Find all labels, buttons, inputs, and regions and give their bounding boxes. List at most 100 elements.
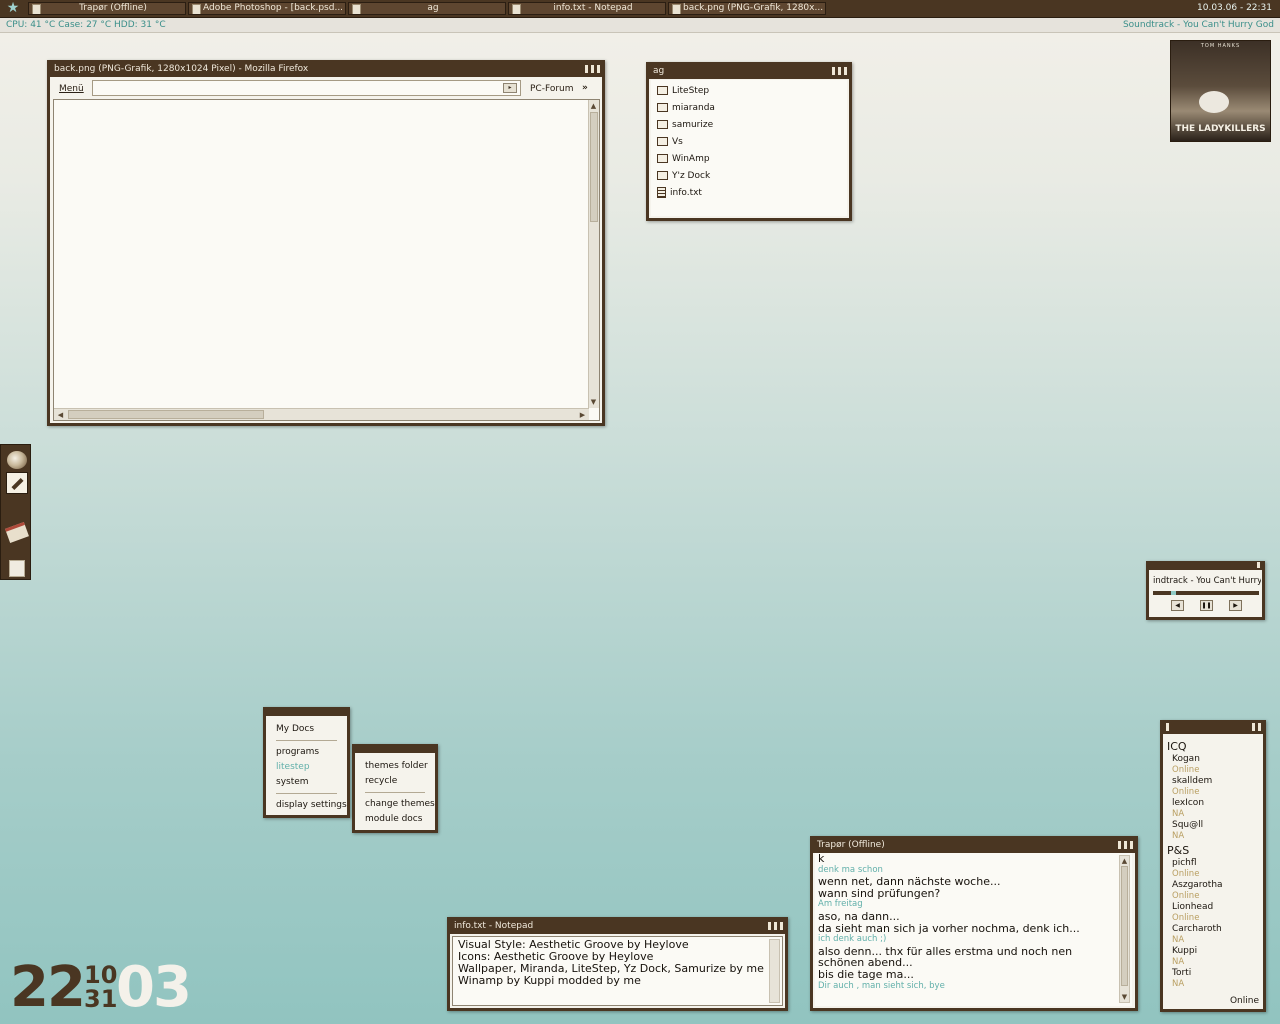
task-button-firefox[interactable]: back.png (PNG-Grafik, 1280x...	[668, 2, 826, 15]
seek-position[interactable]	[1171, 591, 1176, 595]
maximize-button[interactable]	[838, 67, 841, 75]
folder-item[interactable]: Vs	[657, 135, 683, 150]
vertical-scrollbar[interactable]: ▲ ▼	[1119, 855, 1130, 1003]
contact-name[interactable]: skalldem	[1167, 776, 1263, 787]
document-dock-icon[interactable]	[9, 560, 25, 577]
miranda-dock-icon[interactable]	[7, 451, 27, 469]
task-button-explorer[interactable]: ag	[348, 2, 506, 15]
scroll-up-icon[interactable]: ▲	[1120, 857, 1129, 865]
scroll-down-icon[interactable]: ▼	[1120, 993, 1129, 1001]
folder-icon	[657, 86, 668, 95]
contact-name[interactable]: Aszgarotha	[1167, 880, 1263, 891]
message-line: Dir auch , man sieht sich, bye	[818, 980, 945, 991]
maximize-button[interactable]	[1124, 841, 1127, 849]
minimize-button[interactable]	[1118, 841, 1121, 849]
menu-button[interactable]	[1166, 723, 1169, 731]
window-titlebar[interactable]: info.txt - Notepad	[450, 920, 785, 934]
notepad-text-area[interactable]: Visual Style: Aesthetic Groove by Heylov…	[452, 936, 783, 1006]
menu-button[interactable]: Menü	[59, 84, 84, 94]
system-stats: CPU: 41 °C Case: 27 °C HDD: 31 °C	[6, 20, 166, 30]
vertical-scrollbar[interactable]	[769, 939, 780, 1003]
menu-item-themes-folder[interactable]: themes folder	[365, 761, 428, 771]
go-icon[interactable]: ▸	[503, 83, 517, 93]
feather-dock-icon[interactable]	[6, 472, 28, 494]
minimize-button[interactable]	[585, 65, 588, 73]
status-bar: CPU: 41 °C Case: 27 °C HDD: 31 °C Soundt…	[0, 18, 1280, 33]
menu-item-change-themes[interactable]: change themes	[365, 799, 435, 809]
contact-name[interactable]: Squ@ll	[1167, 820, 1263, 831]
menu-item-recycle[interactable]: recycle	[365, 776, 397, 786]
start-star-icon[interactable]: ★	[4, 1, 22, 16]
previous-icon[interactable]: ◀	[1171, 600, 1184, 611]
horizontal-scrollbar[interactable]: ◀ ▶	[54, 408, 589, 420]
scroll-left-icon[interactable]: ◀	[56, 411, 65, 419]
folder-item[interactable]: LiteStep	[657, 84, 709, 99]
hscroll-thumb[interactable]	[68, 410, 264, 419]
minimize-button[interactable]	[1252, 723, 1255, 731]
task-button-notepad[interactable]: info.txt - Notepad	[508, 2, 666, 15]
next-icon[interactable]: ▶	[1229, 600, 1242, 611]
window-titlebar[interactable]: ag	[649, 65, 849, 79]
window-icon	[352, 4, 361, 14]
message-line: ich denk auch ;)	[818, 934, 887, 945]
minimize-button[interactable]	[768, 922, 771, 930]
close-button[interactable]	[780, 922, 783, 930]
menu-item-display-settings[interactable]: display settings	[276, 800, 347, 810]
toolbar-overflow-icon[interactable]: »	[582, 83, 588, 93]
maximize-button[interactable]	[591, 65, 594, 73]
scroll-down-icon[interactable]: ▼	[589, 398, 598, 406]
menu-item-my-docs[interactable]: My Docs	[276, 724, 314, 734]
window-icon	[672, 4, 681, 14]
close-button[interactable]	[844, 67, 847, 75]
contact-name[interactable]: lexIcon	[1167, 798, 1263, 809]
url-bar[interactable]: ▸	[92, 80, 521, 96]
file-item[interactable]: info.txt	[657, 186, 702, 201]
close-button[interactable]	[1130, 841, 1133, 849]
task-button-photoshop[interactable]: Adobe Photoshop - [back.psd...	[188, 2, 346, 15]
contact-name[interactable]: Carcharoth	[1167, 924, 1263, 935]
contact-name[interactable]: Kuppi	[1167, 946, 1263, 957]
close-button[interactable]	[1258, 723, 1261, 731]
explorer-window: ag LiteStep miaranda samurize Vs WinAmp …	[646, 62, 852, 221]
close-button[interactable]	[1257, 562, 1260, 568]
group-header-icq[interactable]: ICQ	[1167, 740, 1263, 754]
window-title: info.txt - Notepad	[454, 921, 534, 931]
contact-name[interactable]: pichfl	[1167, 858, 1263, 869]
folder-icon	[657, 171, 668, 180]
close-button[interactable]	[597, 65, 600, 73]
folder-icon	[657, 137, 668, 146]
menu-item-module-docs[interactable]: module docs	[365, 814, 422, 824]
my-status-selector[interactable]: Online	[1230, 996, 1259, 1006]
folder-item[interactable]: WinAmp	[657, 152, 710, 167]
scroll-thumb[interactable]	[1121, 866, 1128, 986]
folder-item[interactable]: Y'z Dock	[657, 169, 710, 184]
folder-item[interactable]: samurize	[657, 118, 713, 133]
eraser-dock-icon[interactable]	[5, 522, 29, 543]
bookmark-pc-forum[interactable]: PC-Forum	[530, 84, 574, 94]
folder-item[interactable]: miaranda	[657, 101, 715, 116]
vertical-scrollbar[interactable]: ▲ ▼	[588, 100, 599, 408]
scroll-thumb[interactable]	[590, 112, 598, 222]
window-titlebar[interactable]: Trapør (Offline)	[813, 839, 1135, 853]
seek-bar[interactable]	[1153, 591, 1259, 595]
contact-status: NA	[1172, 831, 1185, 841]
menu-item-system[interactable]: system	[276, 777, 309, 787]
message-line: da sieht man sich ja vorher nochma, denk…	[818, 921, 1080, 935]
pause-icon[interactable]: ❚❚	[1200, 600, 1213, 611]
taskbar-datetime: 10.03.06 - 22:31	[1197, 3, 1272, 13]
contact-name[interactable]: Torti	[1167, 968, 1263, 979]
menu-item-litestep[interactable]: litestep	[276, 762, 310, 772]
message-line: k	[818, 852, 825, 865]
contact-status: NA	[1172, 935, 1185, 945]
window-titlebar[interactable]: back.png (PNG-Grafik, 1280x1024 Pixel) -…	[50, 63, 602, 77]
contact-name[interactable]: Lionhead	[1167, 902, 1263, 913]
maximize-button[interactable]	[774, 922, 777, 930]
track-title: indtrack - You Can't Hurry	[1153, 576, 1261, 586]
task-button-chat[interactable]: Trapør (Offline)	[28, 2, 186, 15]
scroll-right-icon[interactable]: ▶	[578, 411, 587, 419]
contact-name[interactable]: Kogan	[1167, 754, 1263, 765]
scroll-up-icon[interactable]: ▲	[589, 102, 598, 110]
group-header-ps[interactable]: P&S	[1167, 844, 1263, 858]
menu-item-programs[interactable]: programs	[276, 747, 319, 757]
minimize-button[interactable]	[832, 67, 835, 75]
